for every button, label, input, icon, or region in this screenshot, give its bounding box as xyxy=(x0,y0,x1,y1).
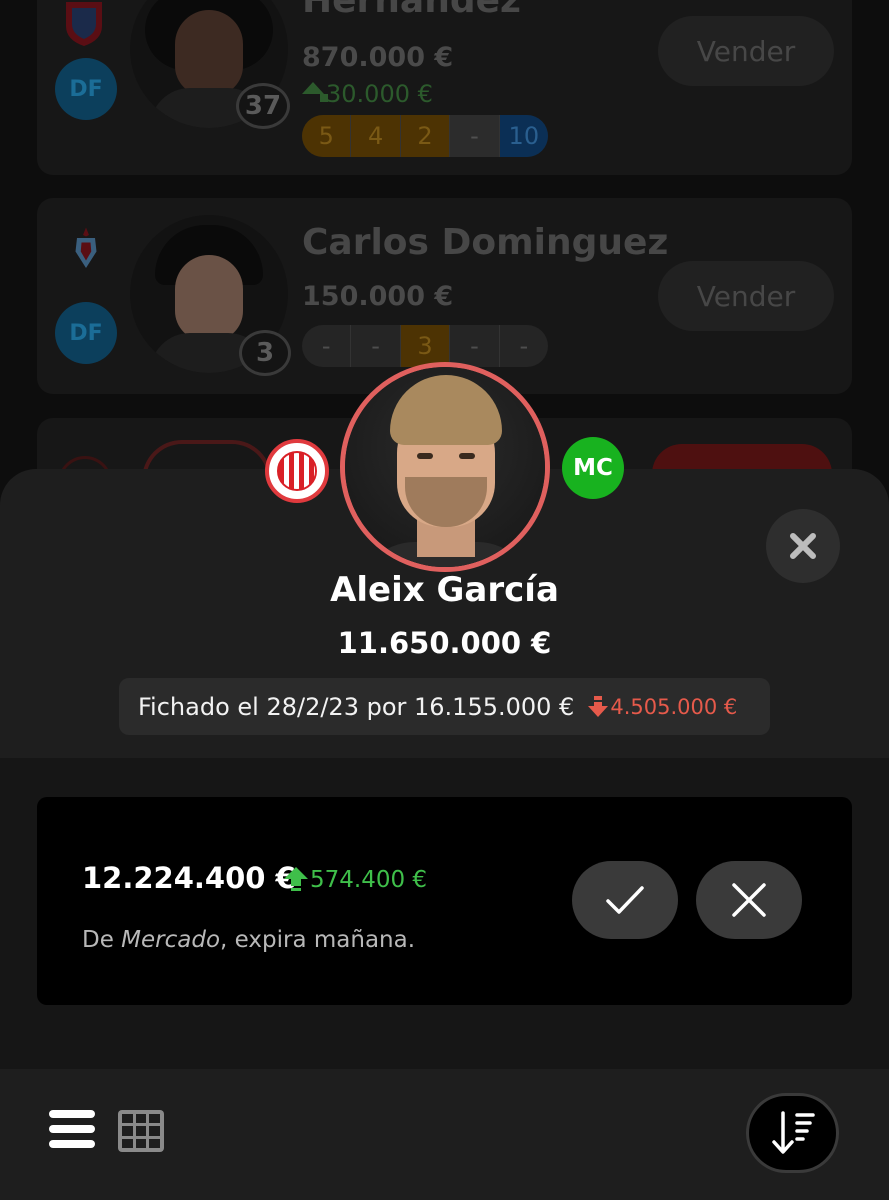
player-name: Carlos Dominguez xyxy=(302,222,669,263)
close-icon xyxy=(732,883,766,917)
offer-amount: 12.224.400 € xyxy=(82,861,296,895)
arrow-up-icon xyxy=(302,82,328,102)
value-loss-amount: 4.505.000 € xyxy=(610,694,738,719)
value-change-amount: 30.000 € xyxy=(326,80,433,108)
offer-card: 12.224.400 € 574.400 € De Mercado, expir… xyxy=(37,797,852,1005)
score-cell: - xyxy=(450,115,500,157)
score-cell: 2 xyxy=(400,115,451,157)
check-icon xyxy=(606,886,644,914)
position-badge: DF xyxy=(55,302,117,364)
arrow-down-icon xyxy=(588,695,609,718)
accept-offer-button[interactable] xyxy=(572,861,678,939)
sort-descending-icon xyxy=(771,1111,815,1154)
position-badge: MC xyxy=(562,437,624,499)
position-badge: DF xyxy=(55,58,117,120)
value-loss: 4.505.000 € xyxy=(588,695,737,719)
score-history: 5 4 2 - 10 xyxy=(302,115,548,157)
score-history: - - 3 - - xyxy=(302,325,548,367)
grid-view-icon[interactable] xyxy=(118,1110,164,1152)
offer-source-suffix: , expira mañana. xyxy=(220,927,416,953)
player-avatar xyxy=(340,362,550,572)
offer-source-name: Mercado xyxy=(121,927,221,953)
offer-source: De Mercado, expira mañana. xyxy=(82,927,415,953)
list-view-icon[interactable] xyxy=(49,1110,95,1148)
value-change: 30.000 € xyxy=(302,80,433,108)
arrow-up-icon xyxy=(284,867,308,893)
jersey-number: 3 xyxy=(239,330,291,376)
signing-info: Fichado el 28/2/23 por 16.155.000 € 4.50… xyxy=(119,678,770,735)
player-value: 150.000 € xyxy=(302,281,454,312)
girona-crest-icon xyxy=(265,439,329,503)
score-cell: 10 xyxy=(499,115,548,157)
osasuna-crest-icon xyxy=(66,2,102,46)
offer-gain: 574.400 € xyxy=(284,867,427,893)
sell-button[interactable]: Vender xyxy=(658,261,834,331)
player-name: Aleix García xyxy=(330,570,559,610)
close-icon xyxy=(790,533,816,559)
player-value: 870.000 € xyxy=(302,42,454,73)
score-cell: 5 xyxy=(302,115,352,157)
score-cell: - xyxy=(450,325,500,367)
score-cell: - xyxy=(351,325,401,367)
score-cell: 4 xyxy=(351,115,401,157)
player-name: Hernandez xyxy=(302,0,521,21)
celta-crest-icon xyxy=(75,227,97,268)
market-value: 11.650.000 € xyxy=(337,626,552,660)
sell-button[interactable]: Vender xyxy=(658,16,834,86)
bottom-toolbar xyxy=(0,1069,889,1200)
score-cell: - xyxy=(519,332,529,360)
sort-button[interactable] xyxy=(746,1093,839,1173)
offer-source-prefix: De xyxy=(82,927,122,953)
jersey-number: 37 xyxy=(236,83,290,129)
score-cell: - xyxy=(302,325,352,367)
signing-text: Fichado el 28/2/23 por 16.155.000 € xyxy=(138,692,575,721)
offer-gain-amount: 574.400 € xyxy=(310,867,428,893)
reject-offer-button[interactable] xyxy=(696,861,802,939)
score-cell: 3 xyxy=(400,325,451,367)
